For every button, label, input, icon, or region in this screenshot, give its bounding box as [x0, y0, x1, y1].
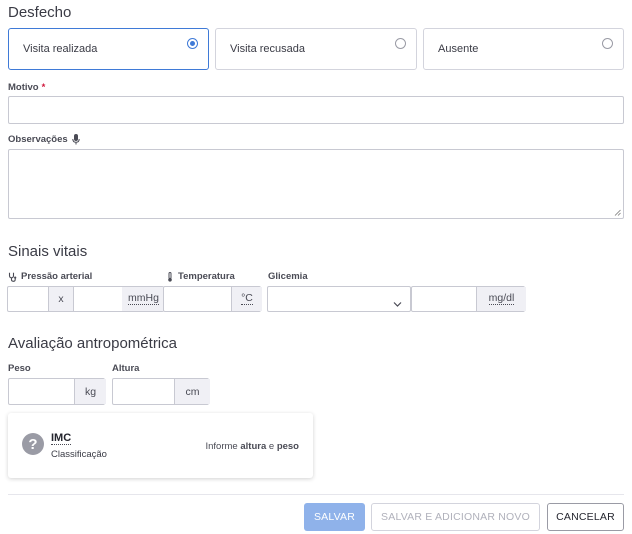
salvar-adicionar-novo-button[interactable]: SALVAR E ADICIONAR NOVO — [371, 503, 540, 531]
radio-label: Visita recusada — [230, 43, 306, 55]
imc-hint: Informe altura e peso — [206, 441, 300, 452]
motivo-input[interactable] — [8, 96, 624, 124]
temperatura-input-group: °C — [163, 286, 262, 312]
radio-unchecked-icon[interactable] — [602, 38, 613, 49]
stethoscope-icon — [8, 272, 17, 282]
glicemia-select[interactable] — [267, 286, 411, 312]
pressao-separator: x — [48, 287, 74, 311]
peso-label-text: Peso — [8, 363, 31, 374]
glicemia-input-group: mg/dl — [411, 286, 526, 312]
peso-input-group: kg — [8, 378, 106, 405]
peso-unit: kg — [74, 379, 106, 404]
antropometria-title: Avaliação antropométrica — [8, 335, 177, 352]
temperatura-input[interactable] — [164, 287, 231, 311]
altura-label: Altura — [112, 363, 139, 374]
required-mark: * — [41, 82, 46, 93]
temperatura-unit: °C — [231, 287, 262, 311]
motivo-label: Motivo * — [8, 82, 45, 93]
chevron-down-icon[interactable] — [393, 295, 402, 313]
temperatura-unit-text: °C — [241, 291, 253, 306]
pressao-unit: mmHg — [122, 287, 165, 311]
glicemia-input[interactable] — [412, 287, 476, 311]
resize-handle-icon[interactable] — [614, 209, 621, 216]
pressao-sistolica-input[interactable] — [8, 287, 48, 311]
glicemia-unit: mg/dl — [476, 287, 526, 311]
altura-input[interactable] — [113, 379, 174, 404]
imc-hint-peso: peso — [276, 441, 299, 452]
salvar-button[interactable]: SALVAR — [304, 503, 365, 531]
svg-text:?: ? — [28, 436, 37, 453]
observacoes-textarea[interactable] — [8, 149, 624, 219]
radio-unchecked-icon[interactable] — [395, 38, 406, 49]
peso-label: Peso — [8, 363, 31, 374]
imc-hint-altura: altura — [240, 441, 267, 452]
temperatura-label: Temperatura — [167, 271, 235, 282]
pressao-label-text: Pressão arterial — [21, 271, 93, 282]
microphone-icon[interactable] — [71, 134, 80, 145]
radio-visita-realizada[interactable]: Visita realizada — [8, 28, 209, 70]
radio-visita-recusada[interactable]: Visita recusada — [215, 28, 417, 70]
pressao-label: Pressão arterial — [8, 271, 92, 282]
observacoes-label-text: Observações — [8, 134, 68, 145]
footer-divider — [8, 494, 624, 495]
pressao-unit-text: mmHg — [128, 291, 159, 306]
imc-hint-mid: e — [268, 441, 275, 452]
glicemia-unit-text: mg/dl — [488, 291, 515, 306]
peso-input[interactable] — [9, 379, 74, 404]
glicemia-label: Glicemia — [268, 271, 308, 282]
observacoes-label: Observações — [8, 134, 80, 145]
help-circle-icon: ? — [22, 433, 44, 460]
radio-checked-icon[interactable] — [187, 38, 198, 49]
altura-unit: cm — [174, 379, 210, 404]
imc-hint-prefix: Informe — [205, 441, 238, 452]
temperatura-label-text: Temperatura — [178, 271, 235, 282]
radio-label: Visita realizada — [23, 43, 98, 55]
pressao-input-group: x mmHg — [7, 286, 165, 312]
pressao-diastolica-input[interactable] — [74, 287, 122, 311]
radio-ausente[interactable]: Ausente — [423, 28, 624, 70]
desfecho-title: Desfecho — [8, 4, 72, 21]
imc-subtitle: Classificação — [51, 449, 107, 460]
sinais-vitais-title: Sinais vitais — [8, 243, 88, 260]
imc-card: ? IMC Classificação Informe altura e pes… — [8, 413, 313, 478]
cancelar-button[interactable]: CANCELAR — [547, 503, 624, 531]
motivo-label-text: Motivo — [8, 82, 39, 93]
altura-input-group: cm — [112, 378, 210, 405]
altura-label-text: Altura — [112, 363, 140, 374]
imc-title: IMC — [51, 432, 72, 446]
thermometer-icon — [167, 271, 173, 282]
radio-label: Ausente — [438, 43, 479, 55]
glicemia-label-text: Glicemia — [268, 271, 308, 282]
